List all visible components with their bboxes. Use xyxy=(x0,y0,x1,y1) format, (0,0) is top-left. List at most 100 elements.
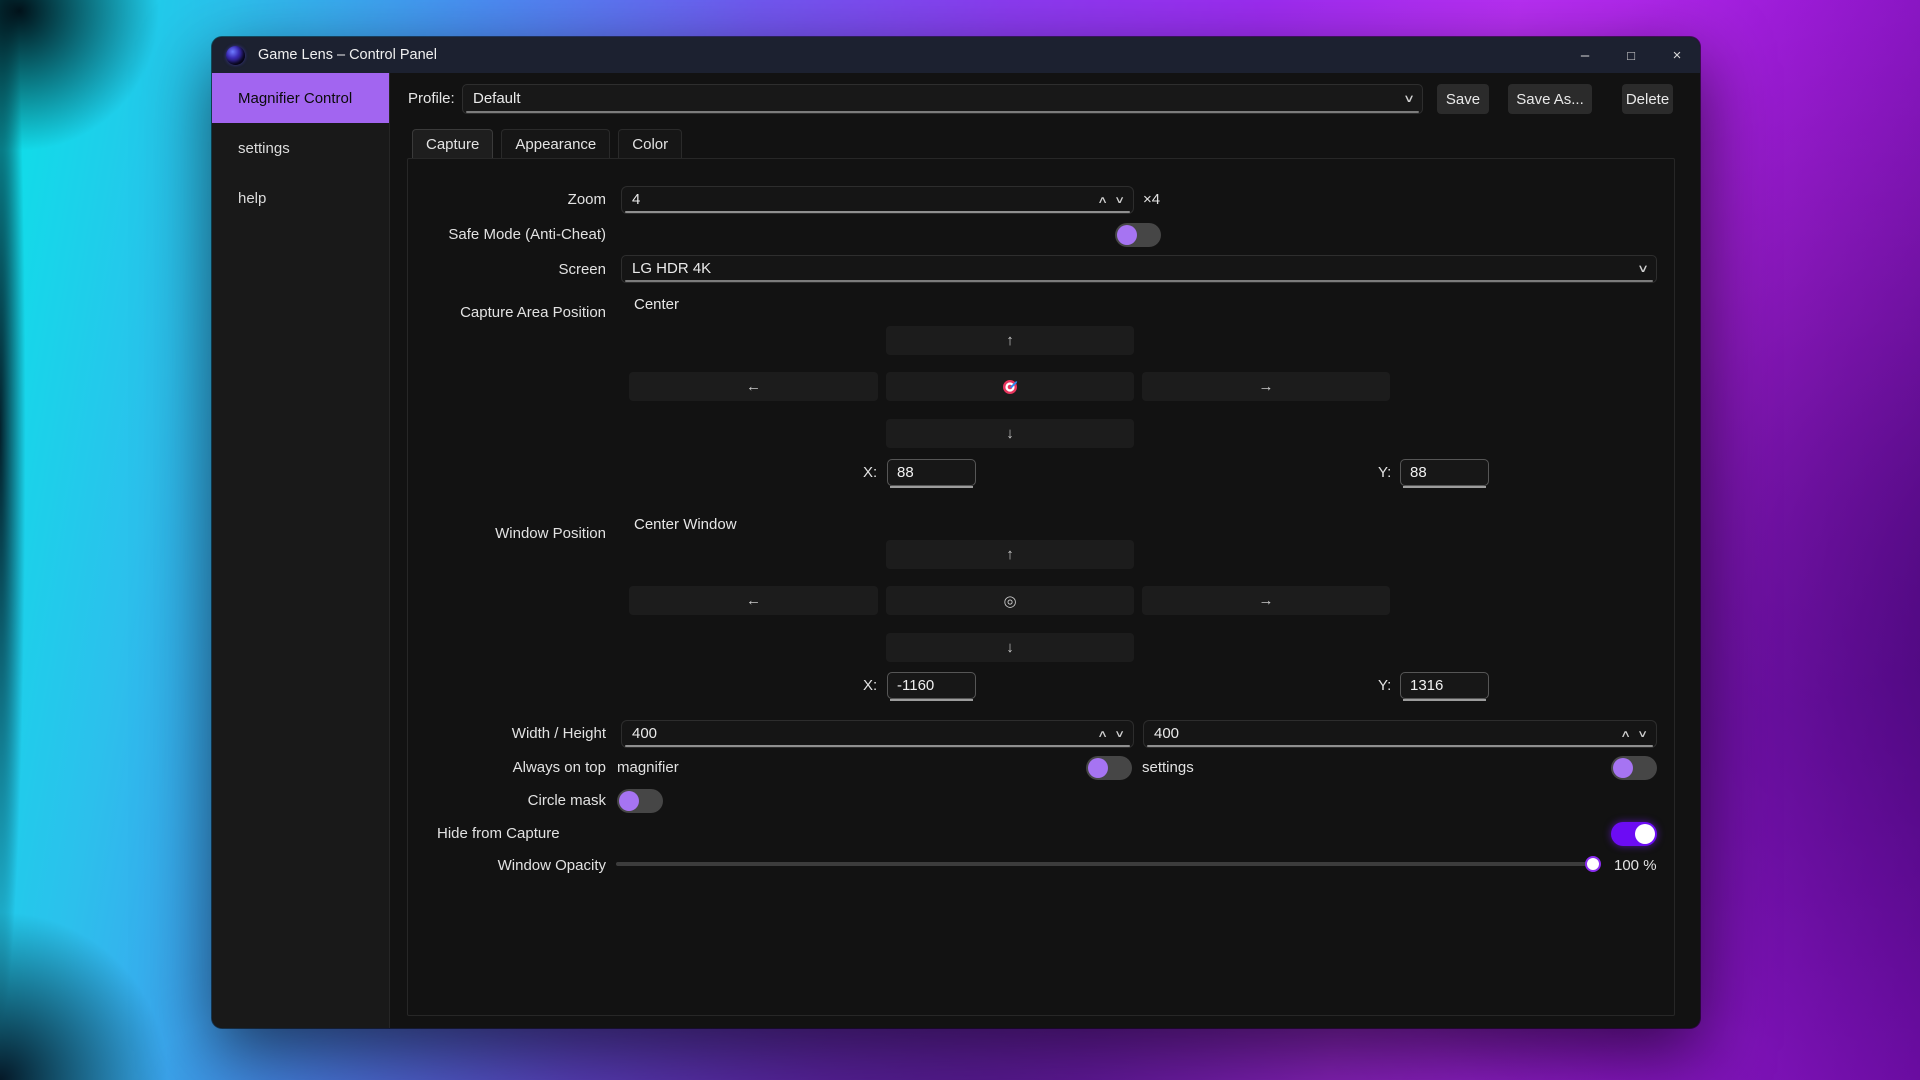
tab-bar: Capture Appearance Color xyxy=(412,129,683,159)
sidebar-item-help[interactable]: help xyxy=(212,173,389,223)
capture-area-center-pad-button[interactable] xyxy=(886,372,1134,401)
desktop-wallpaper: Game Lens – Control Panel – □ × Magnifie… xyxy=(0,0,1920,1080)
arrow-down-icon: ↓ xyxy=(1006,639,1014,656)
screen-label: Screen xyxy=(558,261,606,278)
capture-x-label: X: xyxy=(863,464,878,481)
close-button[interactable]: × xyxy=(1654,37,1700,73)
toggle-knob xyxy=(1088,758,1108,778)
toggle-knob xyxy=(1117,225,1137,245)
window-y-field[interactable] xyxy=(1400,672,1489,701)
window-center-pad-button[interactable]: ◎ xyxy=(886,586,1134,615)
safe-mode-toggle[interactable] xyxy=(1115,223,1161,247)
toggle-knob xyxy=(619,791,639,811)
window-right-button[interactable]: → xyxy=(1142,586,1390,615)
window-title: Game Lens – Control Panel xyxy=(258,47,437,63)
zoom-input[interactable] xyxy=(622,187,1081,213)
screen-combobox[interactable]: LG HDR 4K ∨ xyxy=(621,255,1657,283)
sidebar-item-magnifier-control[interactable]: Magnifier Control xyxy=(212,73,389,123)
zoom-spinbox[interactable]: ∧ ∨ xyxy=(621,186,1134,214)
window-opacity-slider[interactable] xyxy=(616,856,1601,872)
window-y-label: Y: xyxy=(1378,677,1392,694)
profile-combobox[interactable]: Default ∨ xyxy=(462,84,1423,114)
window-up-button[interactable]: ↑ xyxy=(886,540,1134,569)
toggle-knob xyxy=(1635,824,1655,844)
screen-combobox-value: LG HDR 4K xyxy=(632,260,712,277)
save-button[interactable]: Save xyxy=(1437,84,1489,114)
profile-label: Profile: xyxy=(408,90,455,107)
dart-target-icon xyxy=(1002,380,1017,394)
capture-area-pad: ↑ ← → ↓ xyxy=(629,326,1390,448)
window-x-field[interactable] xyxy=(887,672,976,701)
delete-button[interactable]: Delete xyxy=(1622,84,1673,114)
capture-area-up-button[interactable]: ↑ xyxy=(886,326,1134,355)
always-on-top-magnifier-label: magnifier xyxy=(617,759,679,776)
always-on-top-magnifier-toggle[interactable] xyxy=(1086,756,1132,780)
window-down-button[interactable]: ↓ xyxy=(886,633,1134,662)
sidebar: Magnifier Control settings help xyxy=(212,73,390,1028)
circle-mask-label: Circle mask xyxy=(527,792,606,809)
arrow-up-icon: ↑ xyxy=(1006,546,1014,563)
spin-up-icon[interactable]: ∧ xyxy=(1621,729,1632,740)
hide-from-capture-toggle[interactable] xyxy=(1611,822,1657,846)
arrow-right-icon: → xyxy=(1258,378,1274,395)
app-window: Game Lens – Control Panel – □ × Magnifie… xyxy=(212,37,1700,1028)
toggle-knob xyxy=(1613,758,1633,778)
window-position-pad: ↑ ← ◎ → ↓ xyxy=(629,540,1390,662)
arrow-left-icon: ← xyxy=(746,592,761,609)
spin-down-icon[interactable]: ∨ xyxy=(1114,195,1125,206)
arrow-right-icon: → xyxy=(1258,592,1274,609)
arrow-left-icon: ← xyxy=(746,378,761,395)
window-opacity-label: Window Opacity xyxy=(497,857,606,874)
titlebar[interactable]: Game Lens – Control Panel – □ × xyxy=(212,37,1700,73)
capture-area-right-button[interactable]: → xyxy=(1142,372,1390,401)
window-opacity-value: 100 % xyxy=(1614,857,1657,874)
capture-area-label: Capture Area Position xyxy=(460,304,606,321)
height-spinbox[interactable]: ∧ ∨ xyxy=(1143,720,1657,748)
tab-capture[interactable]: Capture xyxy=(412,129,494,158)
circle-mask-toggle[interactable] xyxy=(617,789,663,813)
always-on-top-settings-toggle[interactable] xyxy=(1611,756,1657,780)
save-as-button[interactable]: Save As... xyxy=(1508,84,1592,114)
chevron-down-icon[interactable]: ∨ xyxy=(1637,256,1649,282)
capture-y-input[interactable] xyxy=(1401,460,1488,485)
tab-appearance[interactable]: Appearance xyxy=(501,129,611,158)
capture-x-field[interactable] xyxy=(887,459,976,488)
width-input[interactable] xyxy=(622,721,1081,747)
always-on-top-label: Always on top xyxy=(512,759,606,776)
spin-down-icon[interactable]: ∨ xyxy=(1114,729,1125,740)
maximize-button[interactable]: □ xyxy=(1608,37,1654,73)
window-x-label: X: xyxy=(863,677,878,694)
center-window-button[interactable]: Center Window xyxy=(634,516,737,533)
width-spinbox[interactable]: ∧ ∨ xyxy=(621,720,1134,748)
slider-handle[interactable] xyxy=(1585,856,1601,872)
height-input[interactable] xyxy=(1144,721,1604,747)
app-logo-icon xyxy=(226,45,245,65)
tab-color[interactable]: Color xyxy=(618,129,683,158)
chevron-down-icon[interactable]: ∨ xyxy=(1403,85,1415,113)
capture-area-left-button[interactable]: ← xyxy=(629,372,878,401)
capture-tab-pane: Zoom ∧ ∨ ×4 Safe Mode (Anti-Cheat) Scree… xyxy=(407,158,1675,1016)
window-y-input[interactable] xyxy=(1401,673,1488,698)
bullseye-icon: ◎ xyxy=(1003,592,1017,610)
window-left-button[interactable]: ← xyxy=(629,586,878,615)
capture-y-field[interactable] xyxy=(1400,459,1489,488)
capture-area-down-button[interactable]: ↓ xyxy=(886,419,1134,448)
spin-up-icon[interactable]: ∧ xyxy=(1098,195,1109,206)
spin-up-icon[interactable]: ∧ xyxy=(1098,729,1109,740)
window-x-input[interactable] xyxy=(888,673,975,698)
safe-mode-label: Safe Mode (Anti-Cheat) xyxy=(448,226,606,243)
window-position-label: Window Position xyxy=(495,525,606,542)
spin-down-icon[interactable]: ∨ xyxy=(1637,729,1648,740)
zoom-label: Zoom xyxy=(567,191,606,208)
hide-from-capture-label: Hide from Capture xyxy=(437,825,560,842)
arrow-up-icon: ↑ xyxy=(1006,332,1014,349)
capture-x-input[interactable] xyxy=(888,460,975,485)
capture-area-center-button[interactable]: Center xyxy=(634,296,679,313)
zoom-multiplier: ×4 xyxy=(1143,191,1161,208)
sidebar-item-settings[interactable]: settings xyxy=(212,123,389,173)
slider-track[interactable] xyxy=(616,862,1593,866)
window-controls: – □ × xyxy=(1562,37,1700,73)
always-on-top-settings-label: settings xyxy=(1142,759,1194,776)
minimize-button[interactable]: – xyxy=(1562,37,1608,73)
profile-combobox-value: Default xyxy=(473,90,521,107)
